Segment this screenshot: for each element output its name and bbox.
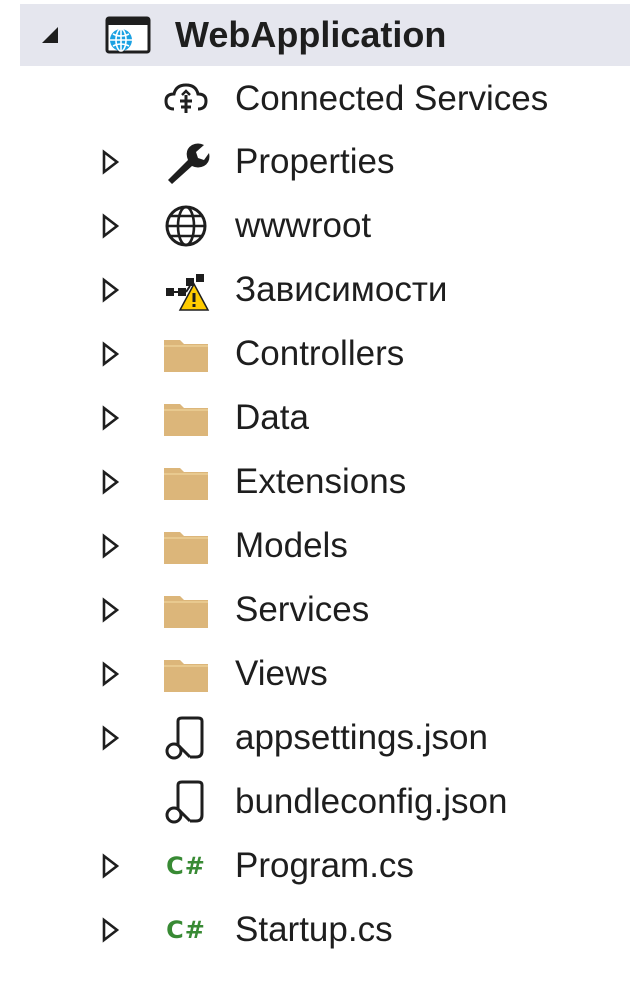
tree-item-properties[interactable]: Properties [20,131,630,193]
tree-item-label: Extensions [235,462,407,501]
tree-item-appsettings-json[interactable]: appsettings.json [20,707,630,769]
expanded-arrow-icon[interactable] [20,4,80,66]
tree-item-connected-services[interactable]: Connected Services [20,68,630,130]
wrench-icon [160,139,212,185]
csharp-file-icon: C# [166,852,206,880]
csharp-file-icon: C# [166,916,206,944]
solution-explorer-tree: WebApplication Connected Services Proper… [0,0,636,983]
tree-item-controllers[interactable]: Controllers [20,323,630,385]
json-file-icon [160,715,212,761]
tree-item-label: Controllers [235,334,405,373]
tree-item-dependencies[interactable]: Зависимости [20,259,630,321]
tree-item-label: wwwroot [235,206,372,245]
collapsed-arrow-icon[interactable] [80,259,140,321]
tree-item-extensions[interactable]: Extensions [20,451,630,513]
tree-item-label: Зависимости [235,270,448,309]
tree-item-label: bundleconfig.json [235,782,508,821]
tree-item-models[interactable]: Models [20,515,630,577]
collapsed-arrow-icon[interactable] [80,579,140,641]
tree-item-program-cs[interactable]: C# Program.cs [20,835,630,897]
folder-icon [160,523,212,569]
json-file-icon [160,779,212,825]
tree-item-label: Startup.cs [235,910,393,949]
tree-item-label: Views [235,654,328,693]
collapsed-arrow-icon[interactable] [80,451,140,513]
collapsed-arrow-icon[interactable] [80,707,140,769]
tree-item-label: appsettings.json [235,718,488,757]
folder-icon [160,459,212,505]
tree-item-views[interactable]: Views [20,643,630,705]
tree-item-data[interactable]: Data [20,387,630,449]
collapsed-arrow-icon[interactable] [80,515,140,577]
dependencies-warning-icon [160,267,212,313]
tree-item-label: Properties [235,142,395,181]
tree-item-services[interactable]: Services [20,579,630,641]
folder-icon [160,587,212,633]
web-project-icon [102,12,154,58]
project-name: WebApplication [175,14,447,55]
globe-icon [160,203,212,249]
collapsed-arrow-icon[interactable] [80,643,140,705]
tree-item-label: Models [235,526,348,565]
collapsed-arrow-icon[interactable] [80,195,140,257]
collapsed-arrow-icon[interactable] [80,131,140,193]
tree-item-wwwroot[interactable]: wwwroot [20,195,630,257]
tree-item-label: Connected Services [235,79,549,118]
tree-item-label: Data [235,398,309,437]
folder-icon [160,651,212,697]
tree-item-bundleconfig-json[interactable]: bundleconfig.json [20,771,630,833]
tree-item-label: Program.cs [235,846,414,885]
tree-item-webapplication[interactable]: WebApplication [20,4,630,66]
collapsed-arrow-icon[interactable] [80,899,140,961]
tree-item-startup-cs[interactable]: C# Startup.cs [20,899,630,961]
collapsed-arrow-icon[interactable] [80,323,140,385]
tree-item-label: Services [235,590,370,629]
collapsed-arrow-icon[interactable] [80,835,140,897]
connected-services-icon [160,76,212,122]
folder-icon [160,395,212,441]
collapsed-arrow-icon[interactable] [80,387,140,449]
folder-icon [160,331,212,377]
